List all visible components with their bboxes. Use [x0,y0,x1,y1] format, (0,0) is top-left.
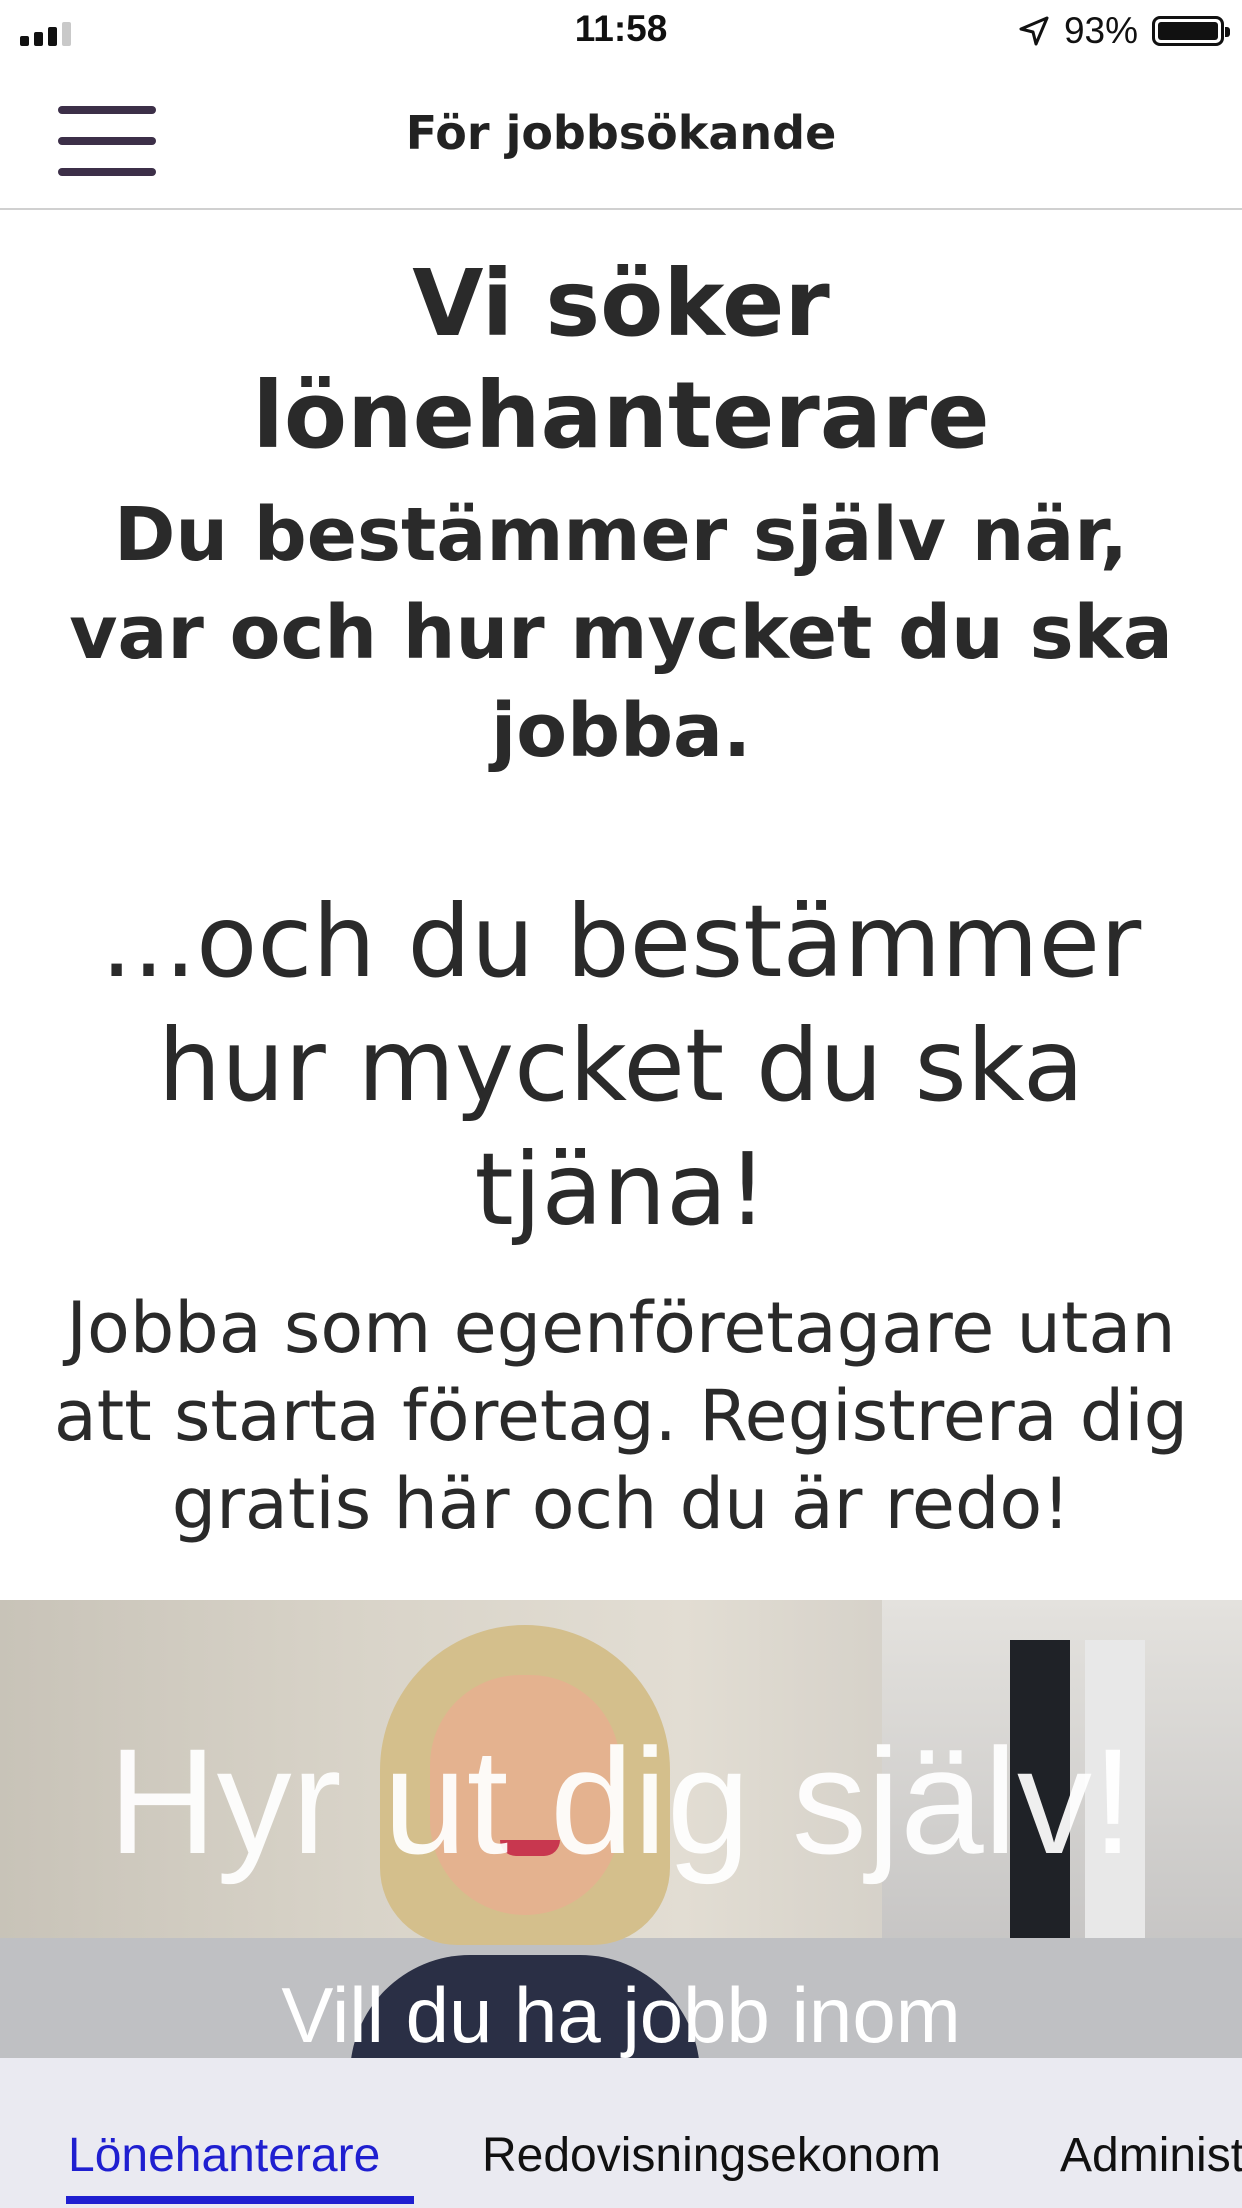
hero-title: Hyr ut dig själv! [108,1717,1134,1885]
page-title: För jobbsökande [405,106,837,160]
main-content: Vi söker lönehanterare Du bestämmer själ… [0,210,1242,1548]
heading: Vi söker lönehanterare [252,250,990,469]
active-tab-indicator [66,2196,414,2204]
battery-percentage: 93% [1063,10,1138,51]
hero-subtitle: Vill du ha jobb inom [281,1971,961,2058]
status-bar: 11:58 93% [0,0,1242,68]
app-header: För jobbsökande [0,68,1242,210]
body-text: Jobba som egenföretagare utan att starta… [53,1287,1189,1545]
tab-redovisningsekonom[interactable]: Redovisningsekonom [482,2128,941,2183]
location-arrow-icon [1019,16,1049,46]
subheading: Du bestämmer själv när, var och hur myck… [69,492,1173,774]
tab-administrator[interactable]: Administratör [1060,2128,1242,2183]
category-tab-bar: Lönehanterare Redovisningsekonom Adminis… [0,2058,1242,2208]
tagline: ...och du bestämmer hur mycket du ska tj… [100,883,1142,1248]
tab-lonehanterare[interactable]: Lönehanterare [68,2128,380,2183]
hero-banner: Hyr ut dig själv! Vill du ha jobb inom [0,1600,1242,2058]
battery-icon [1152,16,1230,46]
